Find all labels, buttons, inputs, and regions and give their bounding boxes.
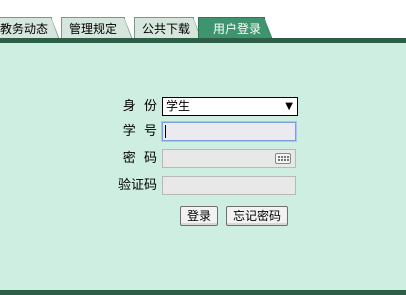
tab-edge-inner: [124, 18, 132, 40]
student-id-input[interactable]: [162, 122, 296, 141]
tab-label: 用户登录: [213, 22, 262, 36]
forgot-password-button[interactable]: 忘记密码: [226, 206, 288, 226]
tab-regulations[interactable]: 管理规定: [61, 17, 133, 40]
student-id-label: 学 号: [122, 124, 157, 139]
tab-edge-inner: [264, 18, 272, 40]
identity-value: 学生: [166, 99, 191, 113]
tab-label: 教务动态: [0, 22, 49, 36]
captcha-label: 验证码: [117, 178, 157, 193]
password-row: 密 码: [0, 148, 406, 170]
captcha-row: 验证码: [0, 175, 406, 197]
identity-select[interactable]: 学生 ▼: [162, 97, 298, 116]
tab-label: 管理规定: [69, 22, 118, 36]
login-page: 教务动态 管理规定 公共下载 用户登录 身 份 学生 ▼ 学 号 密 码 验证码…: [0, 0, 406, 295]
text-caret: [165, 125, 166, 138]
dropdown-arrow-icon: ▼: [285, 101, 293, 112]
tab-edge-inner: [51, 18, 59, 40]
student-id-row: 学 号: [0, 121, 406, 143]
identity-row: 身 份 学生 ▼: [0, 96, 406, 118]
password-input[interactable]: [162, 149, 296, 168]
tab-user-login[interactable]: 用户登录: [198, 17, 273, 40]
password-label: 密 码: [122, 151, 157, 166]
login-button[interactable]: 登录: [180, 206, 218, 226]
tab-label: 公共下载: [142, 22, 191, 36]
tab-bar: 教务动态 管理规定 公共下载 用户登录: [0, 0, 406, 40]
keyboard-icon[interactable]: [275, 153, 291, 164]
captcha-input[interactable]: [162, 176, 296, 195]
identity-label: 身 份: [122, 99, 157, 114]
panel-bottom-border: [0, 290, 406, 295]
tab-public-downloads[interactable]: 公共下载: [134, 17, 202, 40]
tab-academic-news[interactable]: 教务动态: [0, 17, 60, 40]
